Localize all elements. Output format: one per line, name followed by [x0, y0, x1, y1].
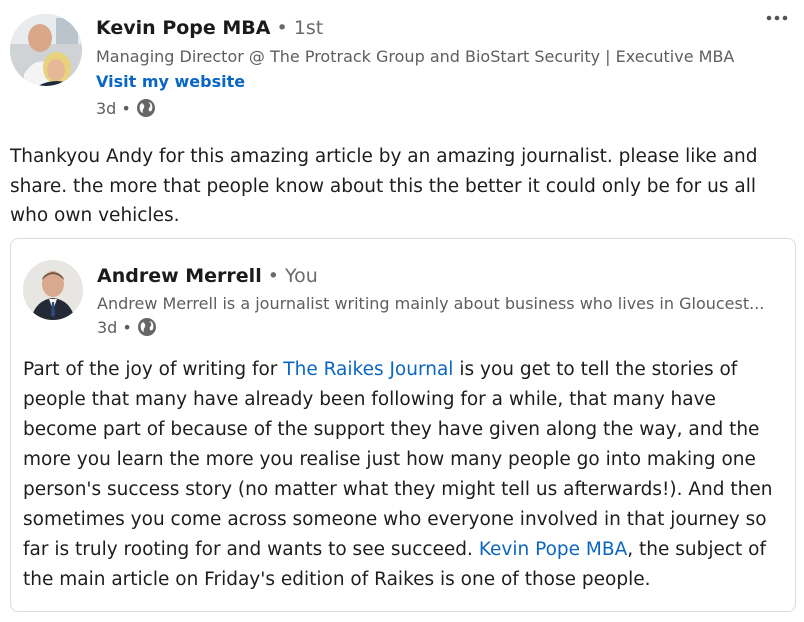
- text-span: is you get to tell the stories of: [453, 359, 738, 380]
- mention-link-kevin-pope[interactable]: Kevin Pope MBA: [479, 539, 627, 560]
- shared-text-line: far is truly rooting for and wants to se…: [23, 535, 793, 565]
- shared-author-name[interactable]: Andrew Merrell: [97, 265, 262, 287]
- globe-icon: [136, 98, 156, 118]
- post-text-line: who own vehicles.: [10, 205, 180, 226]
- text-span: Part of the joy of writing for: [23, 359, 284, 380]
- shared-text-line: more you learn the more you realise just…: [23, 449, 756, 470]
- shared-text-line: the main article on Friday's edition of …: [23, 569, 651, 590]
- author-avatar[interactable]: [10, 14, 82, 86]
- post-text-line: Thankyou Andy for this amazing article b…: [10, 146, 758, 167]
- shared-text-line: sometimes you come across someone who ev…: [23, 509, 767, 530]
- shared-text-line: become part of because of the support th…: [23, 419, 760, 440]
- shared-post-card[interactable]: Andrew Merrell • You Andrew Merrell is a…: [10, 238, 796, 612]
- shared-name-row: Andrew Merrell • You: [97, 265, 318, 287]
- connection-separator: •: [276, 17, 288, 39]
- relation-separator: •: [267, 265, 279, 287]
- author-headline: Managing Director @ The Protrack Group a…: [96, 47, 735, 66]
- author-name-row: Kevin Pope MBA • 1st: [96, 17, 323, 39]
- visit-website-link[interactable]: Visit my website: [96, 72, 245, 91]
- author-name[interactable]: Kevin Pope MBA: [96, 17, 271, 39]
- shared-post-time: 3d: [97, 317, 118, 337]
- shared-text-line: person's success story (no matter what t…: [23, 479, 773, 500]
- shared-author-photo: [23, 260, 83, 320]
- shared-text-line: Part of the joy of writing for The Raike…: [23, 355, 793, 385]
- meta-separator: •: [121, 98, 131, 118]
- mention-link-raikes-journal[interactable]: The Raikes Journal: [283, 359, 453, 380]
- shared-post-meta: 3d •: [97, 317, 157, 337]
- shared-relation: You: [285, 265, 318, 287]
- connection-degree: 1st: [293, 17, 324, 39]
- author-photo: [10, 14, 82, 86]
- post-header: Kevin Pope MBA • 1st Managing Director @…: [10, 12, 794, 124]
- ellipsis-icon: [766, 15, 788, 21]
- shared-author-avatar[interactable]: [23, 260, 83, 320]
- post-text-line: share. the more that people know about t…: [10, 175, 756, 197]
- shared-post-text: Part of the joy of writing for The Raike…: [23, 355, 793, 595]
- more-options-button[interactable]: [762, 12, 792, 36]
- shared-meta-separator: •: [122, 317, 132, 337]
- post-text: Thankyou Andy for this amazing article b…: [10, 142, 780, 231]
- post-time: 3d: [96, 98, 117, 118]
- text-span: , the subject of: [627, 539, 767, 560]
- post-meta: 3d •: [96, 98, 156, 118]
- shared-text-line: people that many have already been follo…: [23, 389, 716, 410]
- text-span: far is truly rooting for and wants to se…: [23, 539, 479, 560]
- shared-author-headline: Andrew Merrell is a journalist writing m…: [97, 294, 765, 313]
- globe-icon: [137, 317, 157, 337]
